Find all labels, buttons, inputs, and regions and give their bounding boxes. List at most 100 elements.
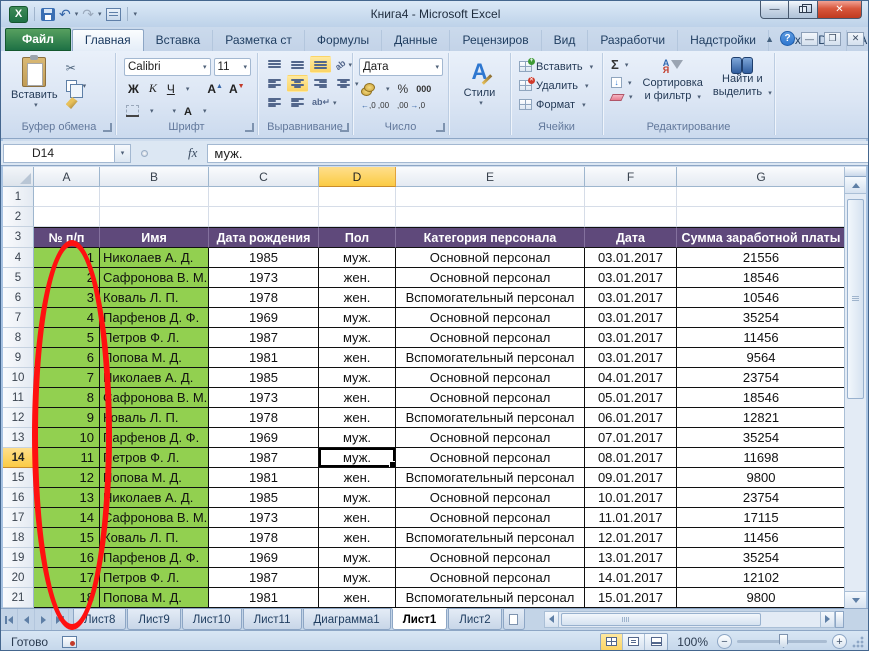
cell-B6[interactable]: Коваль Л. П. [100, 288, 209, 308]
cell-A20[interactable]: 17 [34, 568, 100, 588]
table-header-cell-E3[interactable]: Категория персонала [396, 227, 585, 248]
table-header-cell-A3[interactable]: № п/п [34, 227, 100, 248]
page-layout-view-button[interactable] [623, 633, 646, 650]
cell-D16[interactable]: муж. [319, 488, 396, 508]
cut-icon[interactable]: ✂ [66, 61, 76, 75]
shrink-font-button[interactable]: А▼ [229, 82, 245, 96]
decrease-indent-button[interactable] [264, 94, 285, 111]
cell-B14[interactable]: Петров Ф. Л. [100, 448, 209, 468]
cell-B15[interactable]: Попова М. Д. [100, 468, 209, 488]
insert-cells-button[interactable]: + Вставить ▾ [519, 57, 602, 76]
page-break-view-button[interactable] [645, 633, 668, 650]
row-header-6[interactable]: 6 [3, 288, 34, 308]
row-header-16[interactable]: 16 [3, 488, 34, 508]
cell-B12[interactable]: Коваль Л. П. [100, 408, 209, 428]
insert-function-icon[interactable]: fx [188, 145, 197, 161]
cell-F5[interactable]: 03.01.2017 [585, 268, 677, 288]
row-header-19[interactable]: 19 [3, 548, 34, 568]
column-header-A[interactable]: A [34, 167, 100, 187]
cell-A8[interactable]: 5 [34, 328, 100, 348]
decrease-decimal-button[interactable]: ,00 →,0 [397, 101, 425, 110]
cell-D2[interactable] [319, 207, 396, 227]
cell-B9[interactable]: Попова М. Д. [100, 348, 209, 368]
align-center-button[interactable] [287, 75, 308, 92]
cell-C20[interactable]: 1987 [209, 568, 319, 588]
cell-F13[interactable]: 07.01.2017 [585, 428, 677, 448]
cell-F19[interactable]: 13.01.2017 [585, 548, 677, 568]
underline-button[interactable]: Ч [165, 82, 177, 96]
row-header-15[interactable]: 15 [3, 468, 34, 488]
name-box[interactable]: D14 [3, 143, 115, 163]
column-header-E[interactable]: E [396, 167, 585, 187]
cell-E1[interactable] [396, 187, 585, 207]
cell-B17[interactable]: Сафронова В. М. [100, 508, 209, 528]
cell-G21[interactable]: 9800 [677, 588, 846, 608]
tab-Рецензиров[interactable]: Рецензиров [450, 30, 542, 51]
align-top-button[interactable] [264, 56, 285, 73]
tab-Разработчи[interactable]: Разработчи [588, 30, 679, 51]
first-sheet-button[interactable] [1, 609, 18, 630]
last-sheet-button[interactable] [52, 609, 69, 630]
tab-Вид[interactable]: Вид [542, 30, 589, 51]
cell-A15[interactable]: 12 [34, 468, 100, 488]
bold-button[interactable]: Ж [126, 82, 141, 96]
cell-B13[interactable]: Парфенов Д. Ф. [100, 428, 209, 448]
cell-C2[interactable] [209, 207, 319, 227]
paste-dropdown-icon[interactable]: ▾ [34, 101, 38, 109]
increase-decimal-button[interactable]: ←,0 ,00 [361, 101, 389, 110]
borders-dropdown-icon[interactable]: ▾ [150, 107, 154, 115]
row-header-5[interactable]: 5 [3, 268, 34, 288]
cell-G9[interactable]: 9564 [677, 348, 846, 368]
cell-G14[interactable]: 11698 [677, 448, 846, 468]
cell-F12[interactable]: 06.01.2017 [585, 408, 677, 428]
styles-button[interactable]: А Стили ▾ [449, 53, 510, 108]
cell-C21[interactable]: 1981 [209, 588, 319, 608]
cell-D6[interactable]: жен. [319, 288, 396, 308]
cell-G1[interactable] [677, 187, 846, 207]
format-cells-button[interactable]: Формат ▾ [519, 95, 602, 114]
row-header-1[interactable]: 1 [3, 187, 34, 207]
cell-G17[interactable]: 17115 [677, 508, 846, 528]
vertical-scrollbar[interactable] [844, 167, 866, 608]
cell-F4[interactable]: 03.01.2017 [585, 248, 677, 268]
doc-close-button[interactable]: ✕ [847, 31, 864, 46]
resize-grip[interactable] [852, 635, 864, 648]
currency-dropdown-icon[interactable]: ▾ [386, 85, 390, 93]
row-header-11[interactable]: 11 [3, 388, 34, 408]
row-header-17[interactable]: 17 [3, 508, 34, 528]
align-right-button[interactable] [310, 75, 331, 92]
number-format-combo[interactable]: Дата ▾ [359, 58, 443, 76]
cell-A21[interactable]: 18 [34, 588, 100, 608]
cell-G19[interactable]: 35254 [677, 548, 846, 568]
orientation-button[interactable]: ab ▾ [333, 56, 354, 73]
cell-B21[interactable]: Попова М. Д. [100, 588, 209, 608]
cell-F8[interactable]: 03.01.2017 [585, 328, 677, 348]
cell-E14[interactable]: Основной персонал [396, 448, 585, 468]
cell-F18[interactable]: 12.01.2017 [585, 528, 677, 548]
zoom-out-button[interactable]: − [717, 634, 732, 649]
cell-B19[interactable]: Парфенов Д. Ф. [100, 548, 209, 568]
column-header-F[interactable]: F [585, 167, 677, 187]
cell-E16[interactable]: Основной персонал [396, 488, 585, 508]
cell-G12[interactable]: 12821 [677, 408, 846, 428]
cell-A4[interactable]: 1 [34, 248, 100, 268]
borders-button[interactable] [126, 105, 139, 117]
cell-C17[interactable]: 1973 [209, 508, 319, 528]
zoom-slider-track[interactable] [737, 634, 827, 648]
grow-font-button[interactable]: А▲ [207, 82, 223, 96]
clipboard-dialog-launcher[interactable] [103, 123, 112, 132]
cell-A12[interactable]: 9 [34, 408, 100, 428]
cell-G16[interactable]: 23754 [677, 488, 846, 508]
cell-E6[interactable]: Вспомогательный персонал [396, 288, 585, 308]
zoom-slider-handle[interactable] [779, 634, 788, 648]
cell-F10[interactable]: 04.01.2017 [585, 368, 677, 388]
cell-B18[interactable]: Коваль Л. П. [100, 528, 209, 548]
fill-color-dropdown-icon[interactable]: ▾ [173, 107, 177, 115]
next-sheet-button[interactable] [35, 609, 52, 630]
selected-cell-D14[interactable]: муж. [319, 448, 396, 468]
font-color-dropdown-icon[interactable]: ▾ [203, 107, 207, 115]
cell-G13[interactable]: 35254 [677, 428, 846, 448]
cell-C4[interactable]: 1985 [209, 248, 319, 268]
cell-C14[interactable]: 1987 [209, 448, 319, 468]
cell-E18[interactable]: Вспомогательный персонал [396, 528, 585, 548]
